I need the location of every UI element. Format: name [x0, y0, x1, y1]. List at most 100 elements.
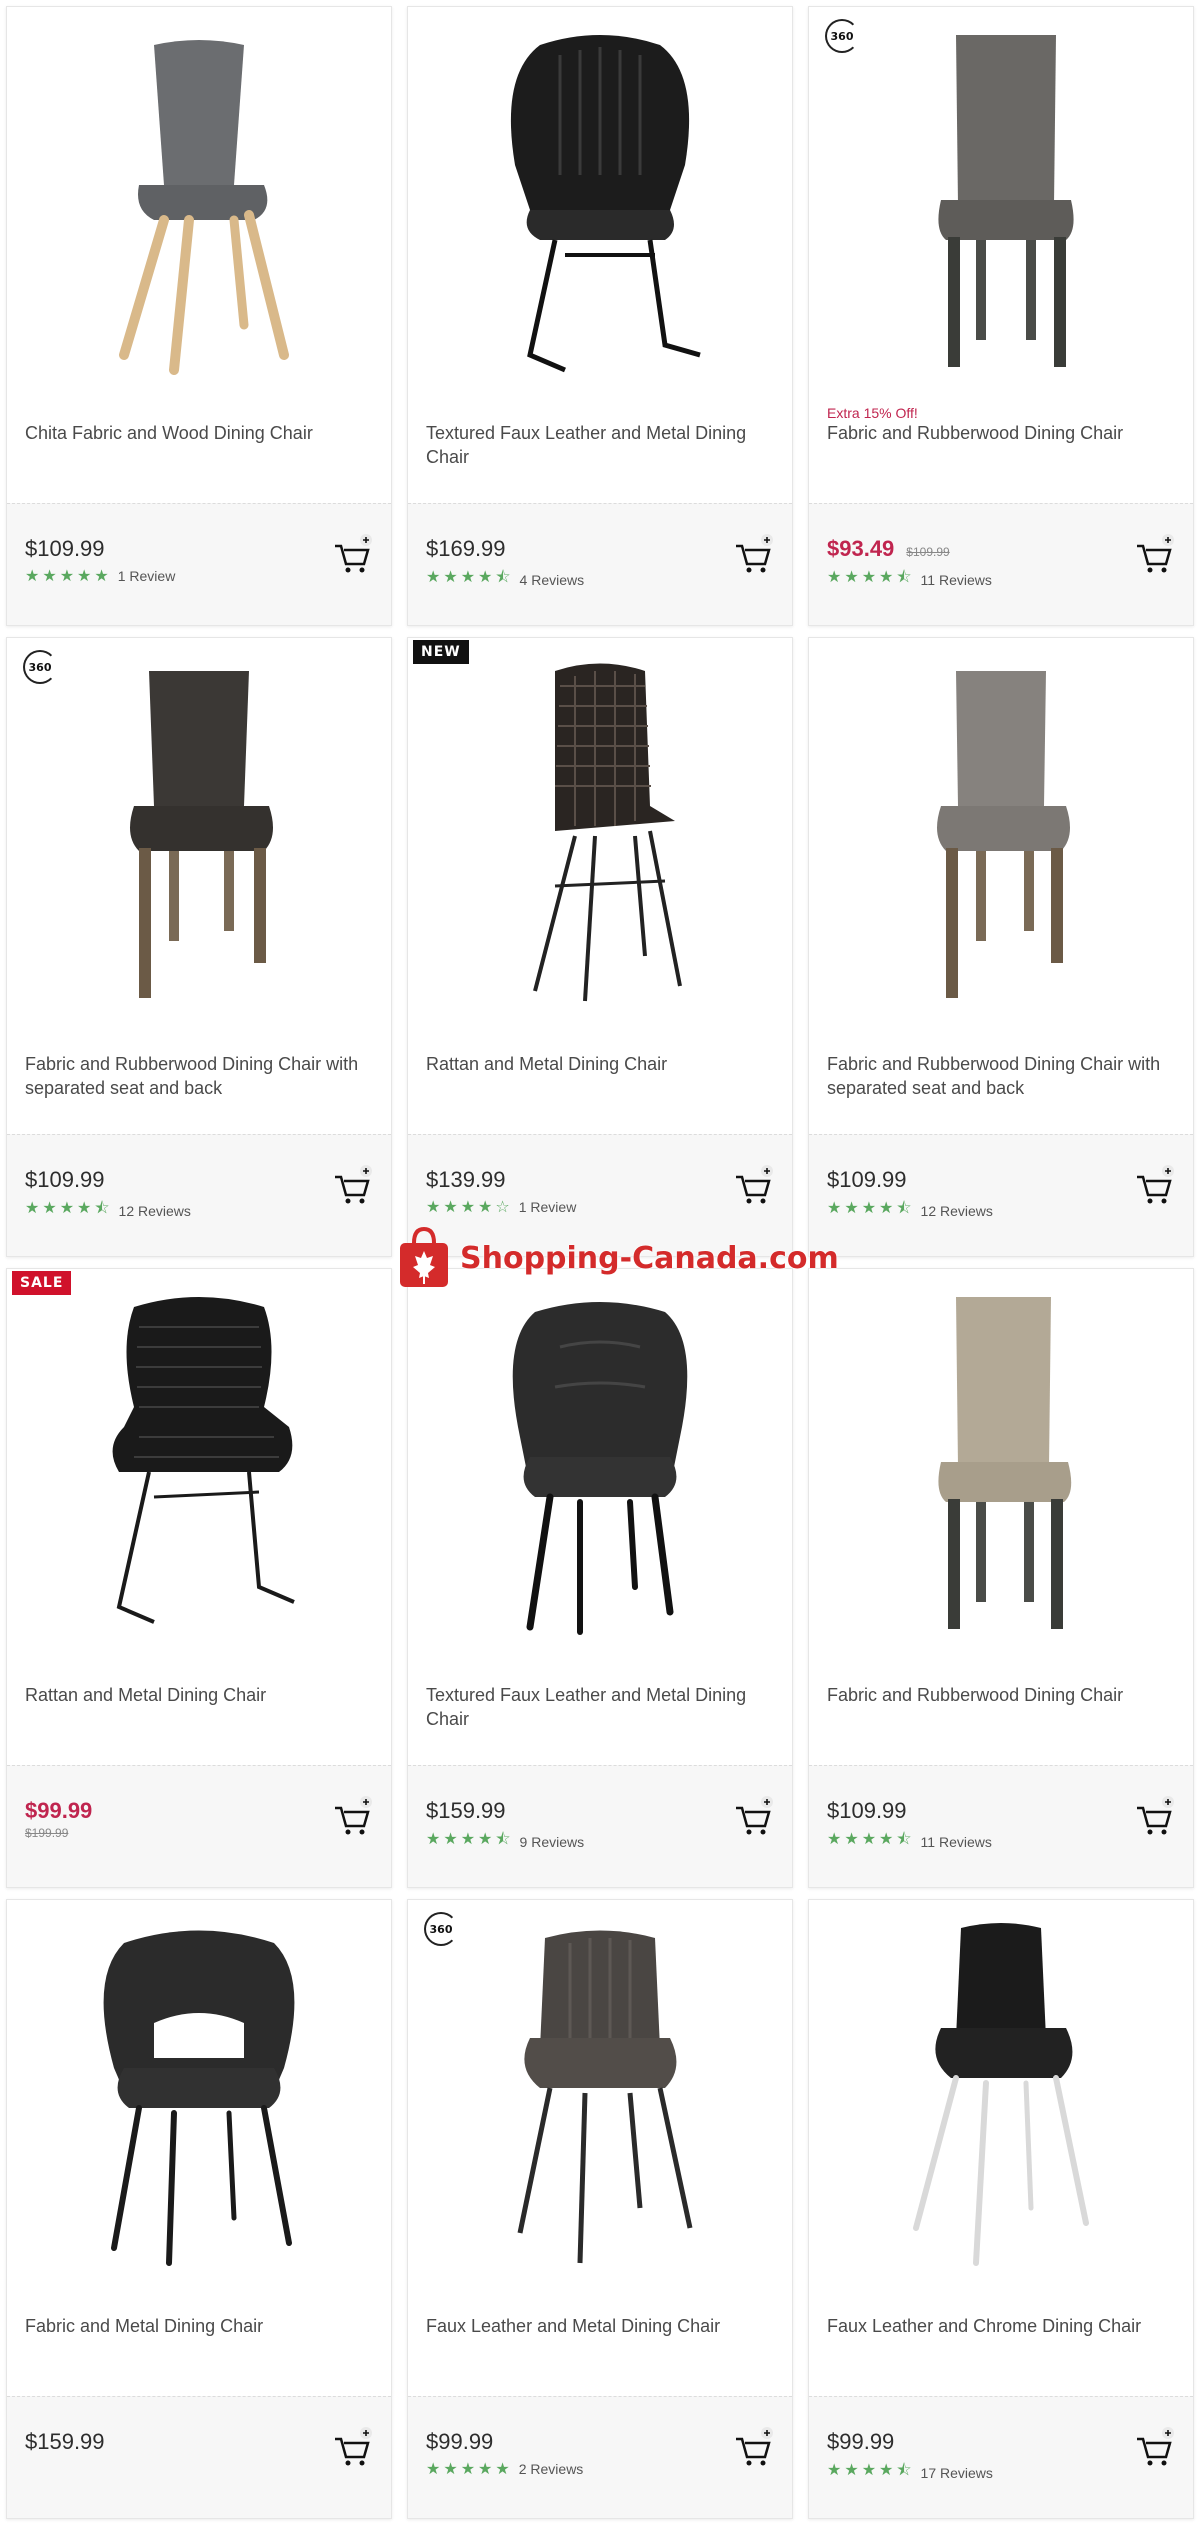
- product-title[interactable]: Fabric and Rubberwood Dining Chair with …: [827, 1052, 1177, 1100]
- product-image[interactable]: [809, 1900, 1193, 2270]
- leather-chair-icon: [913, 1923, 1089, 2266]
- upholstered-chair-icon: [119, 40, 289, 375]
- product-image[interactable]: [408, 1269, 792, 1639]
- product-price: $159.99: [25, 2429, 105, 2454]
- product-footer: $99.99 ★★★★★ 2 Reviews: [408, 2396, 792, 2518]
- upholstered-chair-icon: [130, 671, 273, 998]
- product-sale-price: $93.49: [827, 536, 895, 561]
- product-price: $99.99: [827, 2429, 895, 2454]
- review-count[interactable]: 11 Reviews: [921, 572, 992, 588]
- add-to-cart-icon[interactable]: [333, 534, 373, 576]
- product-card[interactable]: 360 Faux Leather and Metal Dining Chair …: [407, 1899, 793, 2519]
- star-rating-icon: ★★★★★: [426, 2459, 513, 2478]
- product-price: $159.99: [426, 1798, 506, 1823]
- product-title[interactable]: Rattan and Metal Dining Chair: [25, 1683, 375, 1707]
- product-original-price: $109.99: [906, 545, 950, 559]
- rating: ★★★★⯪ 17 Reviews: [827, 2459, 993, 2486]
- product-card[interactable]: SALE Rattan and Metal Dining Chair $99.9…: [6, 1268, 392, 1888]
- product-card[interactable]: Fabric and Rubberwood Dining Chair $109.…: [808, 1268, 1194, 1888]
- 360-view-icon[interactable]: 360: [424, 1912, 458, 1946]
- review-count[interactable]: 9 Reviews: [520, 1834, 585, 1850]
- rating: ★★★★☆ 1 Review: [426, 1197, 576, 1216]
- review-count[interactable]: 12 Reviews: [921, 1203, 993, 1219]
- product-image[interactable]: 360: [7, 638, 391, 1008]
- star-rating-icon: ★★★★⯪: [426, 1829, 514, 1848]
- review-count[interactable]: 4 Reviews: [520, 572, 585, 588]
- product-title[interactable]: Fabric and Rubberwood Dining Chair: [827, 421, 1177, 445]
- product-card[interactable]: Textured Faux Leather and Metal Dining C…: [407, 6, 793, 626]
- product-price: $109.99: [827, 1798, 907, 1823]
- fabric-armchair-icon: [103, 1930, 295, 2266]
- product-image[interactable]: NEW: [408, 638, 792, 1008]
- product-footer: $159.99 ★★★★⯪ 9 Reviews: [408, 1765, 792, 1887]
- add-to-cart-icon[interactable]: [734, 534, 774, 576]
- product-price: $109.99: [25, 1167, 105, 1192]
- product-title[interactable]: Textured Faux Leather and Metal Dining C…: [426, 421, 776, 469]
- product-title[interactable]: Textured Faux Leather and Metal Dining C…: [426, 1683, 776, 1731]
- rating: ★★★★⯪ 4 Reviews: [426, 566, 584, 593]
- product-card[interactable]: Fabric and Rubberwood Dining Chair with …: [808, 637, 1194, 1257]
- product-title[interactable]: Fabric and Rubberwood Dining Chair: [827, 1683, 1177, 1707]
- product-image[interactable]: [7, 7, 391, 377]
- leather-chair-icon: [517, 1930, 693, 2264]
- review-count[interactable]: 2 Reviews: [519, 2461, 584, 2477]
- product-title[interactable]: Chita Fabric and Wood Dining Chair: [25, 421, 375, 445]
- product-title[interactable]: Fabric and Rubberwood Dining Chair with …: [25, 1052, 375, 1100]
- add-to-cart-icon[interactable]: [734, 2427, 774, 2469]
- product-image[interactable]: [809, 638, 1193, 1008]
- add-to-cart-icon[interactable]: [333, 1165, 373, 1207]
- review-count[interactable]: 12 Reviews: [119, 1203, 191, 1219]
- review-count[interactable]: 1 Review: [118, 568, 176, 584]
- product-image[interactable]: 360: [809, 7, 1193, 377]
- product-original-price: $199.99: [25, 1826, 69, 1840]
- product-card[interactable]: Chita Fabric and Wood Dining Chair $109.…: [6, 6, 392, 626]
- product-price: $99.99: [426, 2429, 494, 2454]
- rating: ★★★★⯪ 9 Reviews: [426, 1828, 584, 1855]
- add-to-cart-icon[interactable]: [1135, 1165, 1175, 1207]
- shopping-bag-maple-leaf-icon: [400, 1227, 448, 1287]
- star-rating-icon: ★★★★⯪: [827, 1829, 915, 1848]
- leather-armchair-icon: [512, 1302, 688, 1635]
- rating: ★★★★★ 1 Review: [25, 566, 175, 585]
- product-title[interactable]: Fabric and Metal Dining Chair: [25, 2314, 375, 2338]
- product-image[interactable]: [809, 1269, 1193, 1639]
- product-card[interactable]: NEW Rattan and Metal Dining Chair $139.9…: [407, 637, 793, 1257]
- star-rating-icon: ★★★★⯪: [25, 1198, 113, 1217]
- product-price: $169.99: [426, 536, 506, 561]
- product-footer: $109.99 ★★★★⯪ 11 Reviews: [809, 1765, 1193, 1887]
- 360-view-icon[interactable]: 360: [23, 650, 57, 684]
- 360-view-icon[interactable]: 360: [825, 19, 859, 53]
- review-count[interactable]: 11 Reviews: [921, 1834, 992, 1850]
- product-card[interactable]: 360 Fabric and Rubberwood Dining Chair w…: [6, 637, 392, 1257]
- product-card[interactable]: Fabric and Metal Dining Chair $159.99: [6, 1899, 392, 2519]
- add-to-cart-icon[interactable]: [333, 1796, 373, 1838]
- product-price: $109.99: [25, 536, 105, 561]
- product-image[interactable]: SALE: [7, 1269, 391, 1639]
- watermark: Shopping-Canada.com: [398, 1225, 839, 1291]
- product-title[interactable]: Faux Leather and Chrome Dining Chair: [827, 2314, 1177, 2338]
- review-count[interactable]: 17 Reviews: [921, 2465, 993, 2481]
- add-to-cart-icon[interactable]: [734, 1796, 774, 1838]
- add-to-cart-icon[interactable]: [734, 1165, 774, 1207]
- product-footer: $109.99 ★★★★⯪ 12 Reviews: [7, 1134, 391, 1256]
- add-to-cart-icon[interactable]: [1135, 534, 1175, 576]
- product-image[interactable]: [408, 7, 792, 377]
- product-card[interactable]: 360 Extra 15% Off! Fabric and Rubberwood…: [808, 6, 1194, 626]
- upholstered-chair-icon: [937, 671, 1070, 998]
- promo-label: Extra 15% Off!: [827, 405, 918, 421]
- product-card[interactable]: Textured Faux Leather and Metal Dining C…: [407, 1268, 793, 1888]
- product-image[interactable]: [7, 1900, 391, 2270]
- rating: ★★★★⯪ 12 Reviews: [827, 1197, 993, 1224]
- product-title[interactable]: Faux Leather and Metal Dining Chair: [426, 2314, 776, 2338]
- product-price: $109.99: [827, 1167, 907, 1192]
- add-to-cart-icon[interactable]: [333, 2427, 373, 2469]
- product-card[interactable]: Faux Leather and Chrome Dining Chair $99…: [808, 1899, 1194, 2519]
- product-image[interactable]: 360: [408, 1900, 792, 2270]
- add-to-cart-icon[interactable]: [1135, 1796, 1175, 1838]
- review-count[interactable]: 1 Review: [519, 1199, 577, 1215]
- product-title[interactable]: Rattan and Metal Dining Chair: [426, 1052, 776, 1076]
- product-footer: $99.99 $199.99: [7, 1765, 391, 1887]
- add-to-cart-icon[interactable]: [1135, 2427, 1175, 2469]
- product-footer: $109.99 ★★★★★ 1 Review: [7, 503, 391, 625]
- product-price: $139.99: [426, 1167, 506, 1192]
